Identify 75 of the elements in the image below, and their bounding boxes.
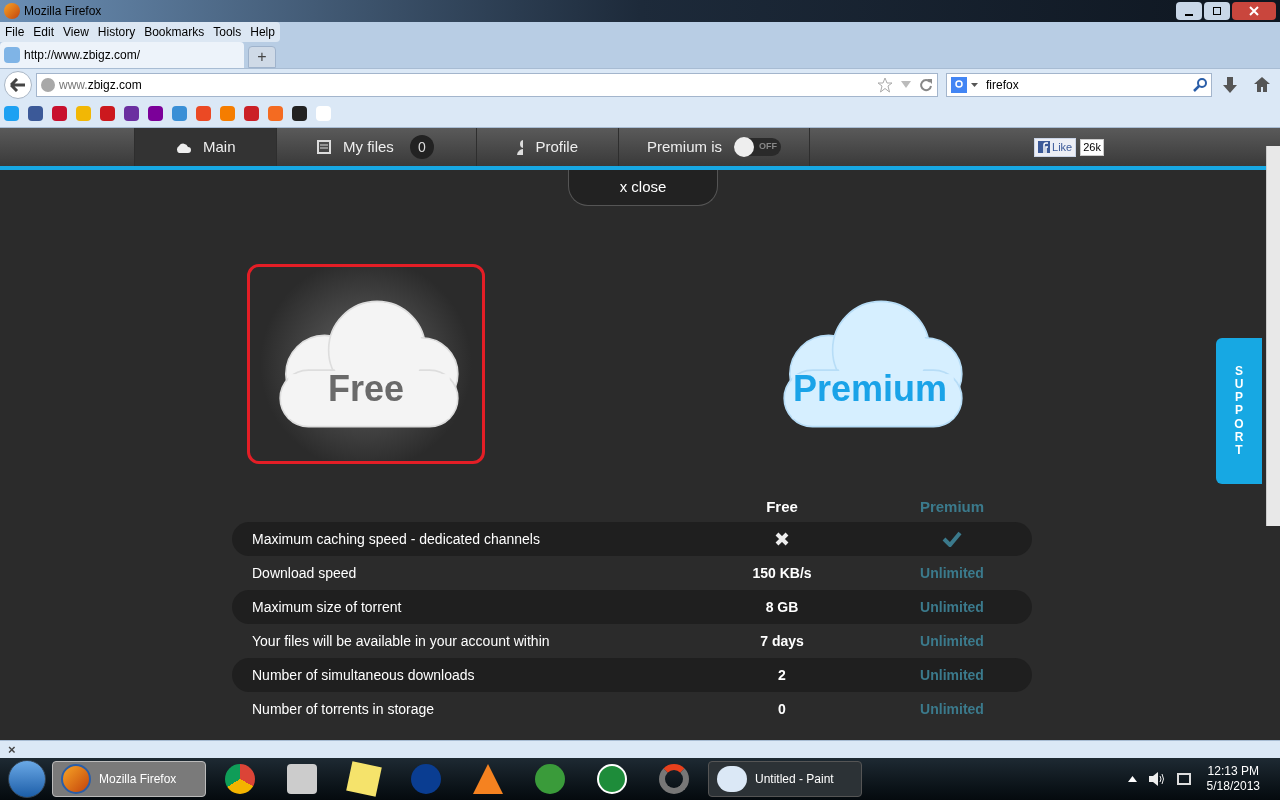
home-icon[interactable] (1254, 77, 1270, 92)
menu-item[interactable]: Help (250, 23, 275, 41)
start-button[interactable] (8, 760, 46, 798)
premium-value: Unlimited (920, 597, 984, 617)
free-value: 8 GB (765, 597, 799, 617)
caret-icon (971, 82, 978, 87)
new-tab-button[interactable]: + (248, 46, 276, 68)
column-header: Free (765, 496, 799, 517)
download-icon[interactable] (1223, 76, 1237, 93)
menu-item[interactable]: Bookmarks (144, 23, 205, 41)
speaker-icon[interactable] (1148, 772, 1165, 786)
like-button[interactable]: Like (1034, 137, 1077, 157)
taskbar-button[interactable]: Untitled - Paint (708, 761, 862, 797)
browser-tab[interactable]: http://www.zbigz.com/ (0, 42, 244, 68)
tray-arrow-icon[interactable] (1127, 776, 1137, 782)
nav-tab[interactable]: My files 0 (276, 128, 476, 166)
free-value: 2 (778, 665, 786, 685)
find-bar-close[interactable]: × (8, 739, 16, 760)
back-arrow-icon (10, 77, 26, 92)
drawer-icon (317, 140, 331, 154)
cross-icon (775, 532, 789, 546)
free-value: 7 days (760, 631, 804, 651)
feature-label: Download speed (252, 563, 358, 583)
clock[interactable]: 12:13 PM 5/18/2013 (1206, 764, 1260, 794)
bookmark-icon[interactable] (148, 106, 163, 121)
check-icon (942, 531, 962, 547)
reload-icon[interactable] (919, 77, 933, 92)
toggle-label: Premium is (647, 136, 722, 157)
menu-item[interactable]: View (63, 23, 89, 41)
close-button[interactable] (1232, 2, 1276, 20)
column-header: Premium (918, 496, 986, 517)
star-icon[interactable] (877, 76, 893, 93)
premium-value: Unlimited (920, 563, 984, 583)
ring-icon[interactable] (659, 764, 689, 794)
bookmark-icon[interactable] (124, 106, 139, 121)
feature-label: Your files will be available in your account within (252, 631, 551, 651)
feature-label: Maximum caching speed - dedicated channels (252, 529, 541, 549)
sticky-notes-icon[interactable] (346, 761, 382, 797)
search-icon[interactable] (1193, 77, 1207, 92)
address-field[interactable]: www.zbigz.com (36, 72, 938, 97)
menu-item[interactable]: File (5, 23, 25, 41)
cloud-icon (175, 141, 191, 153)
menu-item[interactable]: Tools (213, 23, 242, 41)
close-button[interactable]: x close (568, 170, 718, 206)
chrome-icon[interactable] (225, 764, 255, 794)
close-icon (1249, 6, 1259, 16)
search-field[interactable]: firefox (946, 72, 1212, 97)
minimize-button[interactable] (1176, 2, 1202, 20)
like-count: 26k (1080, 138, 1104, 156)
scrollbar[interactable] (1266, 146, 1280, 526)
feature-label: Number of torrents in storage (252, 699, 436, 719)
plan-card[interactable]: Free (247, 264, 485, 464)
bookmark-icon[interactable] (28, 106, 43, 121)
premium-toggle[interactable]: OFF (734, 138, 781, 156)
free-value: 0 (778, 699, 786, 719)
nav-tab[interactable]: Profile (476, 128, 618, 166)
menu-item[interactable]: Edit (33, 23, 55, 41)
free-value: 150 KB/s (752, 563, 812, 583)
network-icon[interactable] (1176, 773, 1191, 785)
nav-tab[interactable]: Main (134, 128, 276, 166)
feature-label: Maximum size of torrent (252, 597, 403, 617)
feature-label: Number of simultaneous downloads (252, 665, 476, 685)
premium-value: Unlimited (920, 665, 984, 685)
bookmark-icon[interactable] (292, 106, 307, 121)
window-title: Mozilla Firefox (24, 3, 102, 20)
premium-value: Unlimited (920, 631, 984, 651)
firefox-logo-icon (4, 3, 20, 19)
menu-item[interactable]: History (97, 23, 136, 41)
facebook-icon (1038, 141, 1051, 153)
back-button[interactable] (4, 70, 32, 99)
restore-button[interactable] (1204, 2, 1230, 20)
taskbar-button[interactable]: Mozilla Firefox (52, 761, 206, 797)
firefox-logo-icon (61, 764, 91, 794)
premium-value: Unlimited (920, 699, 984, 719)
count-badge: 0 (409, 135, 434, 159)
